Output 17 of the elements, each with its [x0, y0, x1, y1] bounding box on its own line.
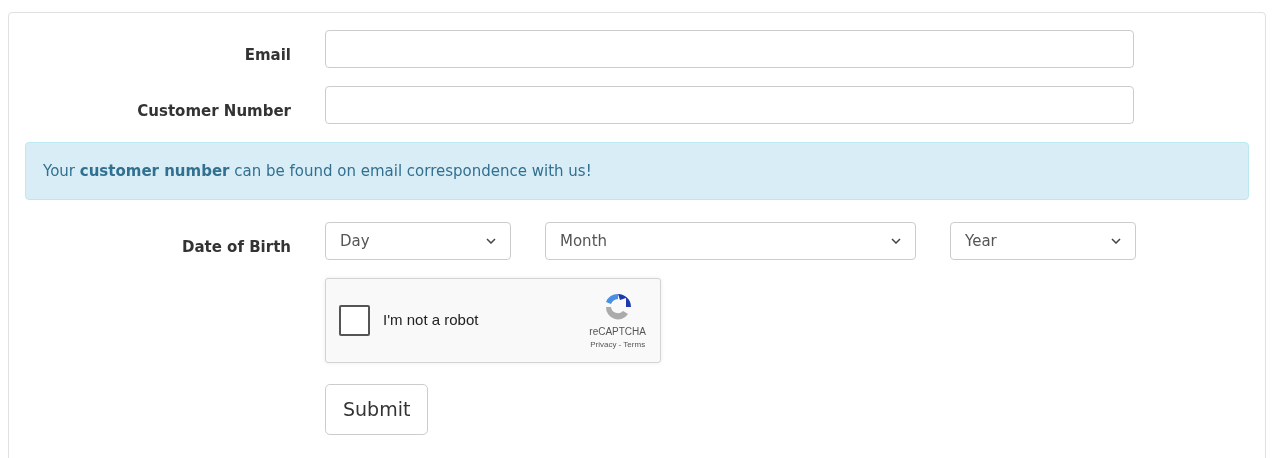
captcha-label: I'm not a robot	[383, 310, 480, 331]
submit-button[interactable]: Submit	[325, 384, 429, 435]
info-alert: Your customer number can be found on email correspondence with us!	[25, 142, 1249, 200]
dropdown-select[interactable]: Year	[950, 222, 1136, 260]
checkbox[interactable]	[339, 305, 370, 336]
chevron-down-icon	[486, 238, 496, 244]
chevron-down-icon	[891, 238, 901, 244]
field-label: Email	[244, 46, 291, 64]
chevron-down-icon	[1111, 238, 1121, 244]
dropdown-select[interactable]: Day	[325, 222, 511, 260]
text-input-field[interactable]	[325, 86, 1134, 124]
field-label: Customer Number	[137, 102, 291, 120]
privacy-terms-link[interactable]: Privacy - Terms	[590, 338, 646, 351]
text-input-field[interactable]	[325, 30, 1134, 68]
captcha-brand: reCAPTCHA	[589, 326, 646, 339]
field-label: Date of Birth	[182, 238, 291, 256]
dropdown-select[interactable]: Month	[545, 222, 916, 260]
